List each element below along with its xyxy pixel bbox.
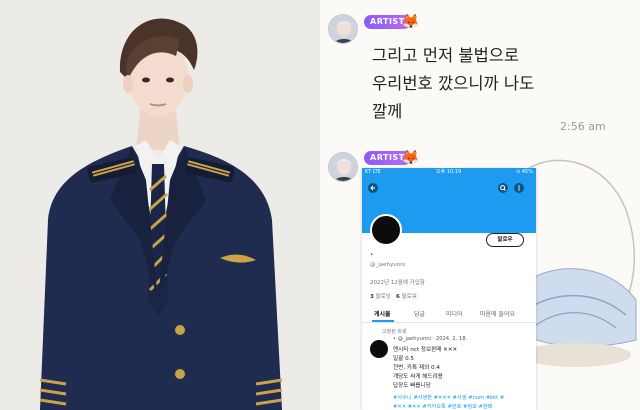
avatar-image-icon bbox=[329, 15, 357, 43]
back-arrow-icon[interactable] bbox=[368, 183, 378, 193]
joined-date: 2022년 12월에 가입함 bbox=[370, 280, 425, 286]
status-time: 오후 10:19 bbox=[436, 169, 462, 175]
tweet-hashtags[interactable]: #사수니 #사생판 #✕✕✕ #사생 #num #kkt # bbox=[393, 394, 504, 401]
followers-stat[interactable]: 6 팔로워 bbox=[396, 292, 417, 300]
pinned-label: 고정된 트윗 bbox=[382, 329, 407, 335]
fox-emoji-icon: 🦊 bbox=[402, 14, 420, 30]
tweet-hashtags[interactable]: #✕✕ #✕✕ #카카오톡 #번호 #정보 #판매 bbox=[393, 403, 492, 410]
tweet-text-line: 개당도 싸게 해드려용 bbox=[393, 374, 443, 380]
more-options-icon[interactable] bbox=[514, 183, 524, 193]
search-icon[interactable] bbox=[498, 183, 508, 193]
profile-photo bbox=[0, 0, 320, 410]
tab-media[interactable]: 미디어 bbox=[446, 309, 463, 318]
tweet-author: • @_jaehyunni · 2024. 2. 18. bbox=[393, 336, 468, 342]
tab-likes[interactable]: 마음에 들어요 bbox=[480, 309, 515, 318]
following-stat[interactable]: 3 팔로잉 bbox=[370, 292, 391, 300]
phone-status-bar: KT LTE 오후 10:19 ⊙ 45% bbox=[362, 168, 536, 177]
tab-posts[interactable]: 게시물 bbox=[374, 309, 391, 318]
message-text: 그리고 먼저 불법으로 우리번호 깠으니까 나도 깔께 bbox=[372, 46, 535, 121]
avatar-image-icon bbox=[329, 153, 357, 181]
attached-screenshot[interactable]: KT LTE 오후 10:19 ⊙ 45% 팔로우 • @_jaehyunni … bbox=[362, 168, 536, 410]
display-name: • bbox=[370, 252, 374, 258]
tweet-text-line: 일괄 0.5 bbox=[393, 356, 414, 362]
tweet-text-line: 엔시티 nct 정보판매 ✕✕✕ bbox=[393, 347, 458, 353]
pilot-portrait-illustration bbox=[0, 0, 320, 410]
tweet-text-line: 전번, 카톡 제외 0.4 bbox=[393, 365, 440, 371]
status-battery: ⊙ 45% bbox=[516, 169, 533, 175]
fox-emoji-icon: 🦊 bbox=[402, 150, 420, 166]
tweet-avatar[interactable] bbox=[370, 340, 388, 358]
profile-picture[interactable] bbox=[370, 214, 402, 246]
message-timestamp: 2:56 am bbox=[560, 120, 606, 133]
chat-panel: ARTIST 🦊 그리고 먼저 불법으로 우리번호 깠으니까 나도 깔께 2:5… bbox=[320, 0, 640, 410]
artist-avatar[interactable] bbox=[328, 14, 358, 44]
tweet-text-line: 답장도 빠릅니당 bbox=[393, 383, 431, 389]
tab-replies[interactable]: 답글 bbox=[414, 309, 425, 318]
tab-divider bbox=[362, 322, 536, 323]
follow-button[interactable]: 팔로우 bbox=[486, 233, 524, 247]
artist-avatar[interactable] bbox=[328, 152, 358, 182]
status-carrier: KT LTE bbox=[365, 169, 381, 175]
profile-handle: @_jaehyunni bbox=[370, 262, 406, 268]
